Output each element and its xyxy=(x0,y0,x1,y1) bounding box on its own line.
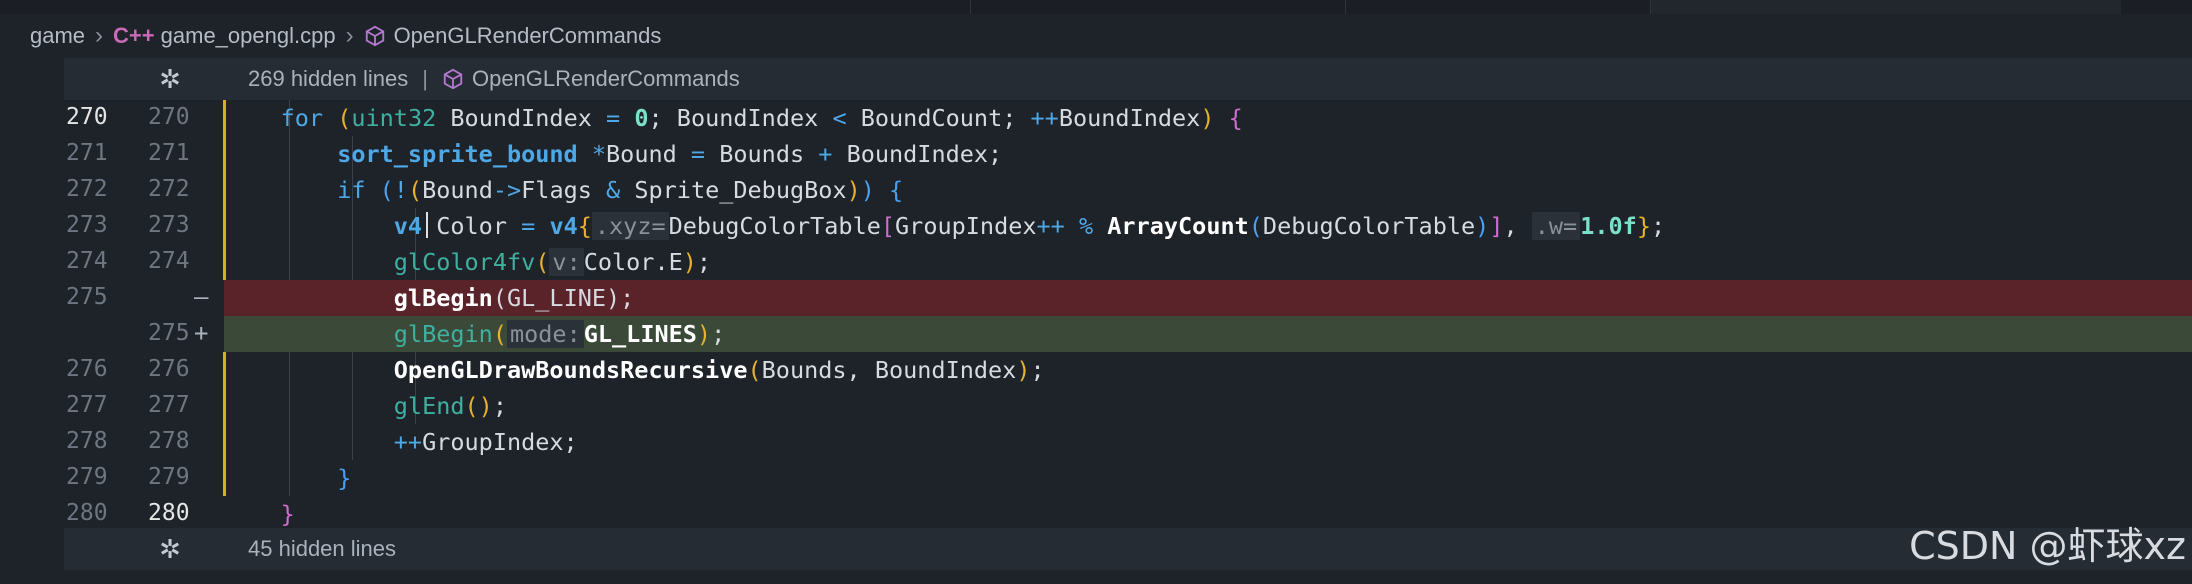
tab-segment[interactable] xyxy=(970,0,1271,14)
deleted-line[interactable]: 275 — glBegin(GL_LINE); xyxy=(0,280,2192,316)
new-line-number: 274 xyxy=(148,248,190,274)
new-line-number: 277 xyxy=(148,392,190,418)
plus-icon: + xyxy=(194,319,209,347)
tab-segment[interactable] xyxy=(1650,0,2121,14)
new-line-number: 271 xyxy=(148,140,190,166)
code-text: glBegin(GL_LINE); xyxy=(393,284,635,312)
old-line-number: 274 xyxy=(66,248,108,274)
new-line-number: 276 xyxy=(148,356,190,382)
code-line[interactable]: 278 278 ++GroupIndex; xyxy=(0,424,2192,460)
code-text: sort_sprite_bound *Bound = Bounds + Boun… xyxy=(337,140,1003,168)
old-line-number: 270 xyxy=(66,104,108,130)
added-line[interactable]: 275 + glBegin(mode: GL_LINES); xyxy=(0,316,2192,352)
watermark: CSDN @虾球xz xyxy=(1909,524,2186,568)
chevron-right-icon: › xyxy=(95,22,104,49)
code-line[interactable]: 279 279 } xyxy=(0,460,2192,496)
separator: | xyxy=(422,66,428,91)
code-line[interactable]: 272 272 if (!(Bound->Flags & Sprite_Debu… xyxy=(0,172,2192,208)
breadcrumb-item-game[interactable]: game xyxy=(30,23,85,49)
new-line-number: 280 xyxy=(148,500,190,526)
cube-icon xyxy=(443,68,463,90)
new-line-number: 279 xyxy=(148,464,190,490)
old-line-number: 279 xyxy=(66,464,108,490)
code-text: glColor4fv(v: Color.E); xyxy=(393,248,712,276)
hidden-lines-scope: OpenGLRenderCommands xyxy=(471,66,740,91)
hidden-lines-count: 45 hidden lines xyxy=(248,536,397,561)
text-cursor xyxy=(426,212,428,238)
old-line-number: 273 xyxy=(66,212,108,238)
old-line-number: 271 xyxy=(66,140,108,166)
code-line[interactable]: 273 273 v4 Color = v4{.xyz= DebugColorTab… xyxy=(0,208,2192,244)
new-line-number: 273 xyxy=(148,212,190,238)
expand-gear-icon[interactable]: ✲ xyxy=(150,534,190,565)
tab-segment[interactable] xyxy=(1345,0,1651,14)
hidden-lines-bar-bottom[interactable]: ✲ 45 hidden lines xyxy=(64,528,2192,570)
diff-editor[interactable]: 270 270 for (uint32 BoundIndex = 0; Boun… xyxy=(0,100,2192,528)
old-line-number: 272 xyxy=(66,176,108,202)
old-line-number: 276 xyxy=(66,356,108,382)
breadcrumb: game › C++ game_opengl.cpp › OpenGLRende… xyxy=(0,14,2192,58)
old-line-number: 277 xyxy=(66,392,108,418)
code-line[interactable]: 277 277 glEnd(); xyxy=(0,388,2192,424)
code-text: OpenGLDrawBoundsRecursive(Bounds, BoundI… xyxy=(393,356,1045,384)
code-text: glBegin(mode: GL_LINES); xyxy=(393,320,726,348)
code-text: glEnd(); xyxy=(393,392,507,420)
hidden-lines-count: 269 hidden lines xyxy=(248,66,409,91)
tab-strip xyxy=(0,0,2192,14)
hidden-lines-bar-top[interactable]: ✲ 269 hidden lines | OpenGLRenderCommand… xyxy=(64,58,2192,100)
new-line-number: 270 xyxy=(148,104,190,130)
code-text: } xyxy=(280,500,295,528)
code-text: for (uint32 BoundIndex = 0; BoundIndex <… xyxy=(280,104,1243,132)
minus-icon: — xyxy=(194,283,209,311)
code-text: ++GroupIndex; xyxy=(393,428,578,456)
code-line[interactable]: 274 274 glColor4fv(v: Color.E); xyxy=(0,244,2192,280)
expand-gear-icon[interactable]: ✲ xyxy=(150,64,190,95)
old-line-number: 278 xyxy=(66,428,108,454)
new-line-number: 272 xyxy=(148,176,190,202)
new-line-number: 278 xyxy=(148,428,190,454)
code-line[interactable]: 271 271 sort_sprite_bound *Bound = Bound… xyxy=(0,136,2192,172)
code-line[interactable]: 270 270 for (uint32 BoundIndex = 0; Boun… xyxy=(0,100,2192,136)
breadcrumb-item-file[interactable]: game_opengl.cpp xyxy=(161,23,336,49)
cube-icon xyxy=(365,25,384,47)
code-line[interactable]: 280 280 } xyxy=(0,496,2192,532)
cpp-file-icon: C++ xyxy=(113,23,155,48)
code-text: if (!(Bound->Flags & Sprite_DebugBox)) { xyxy=(337,176,904,204)
code-line[interactable]: 276 276 OpenGLDrawBoundsRecursive(Bounds… xyxy=(0,352,2192,388)
chevron-right-icon: › xyxy=(345,22,354,49)
old-line-number: 280 xyxy=(66,500,108,526)
code-text: } xyxy=(337,464,352,492)
old-line-number: 275 xyxy=(66,284,108,310)
breadcrumb-item-symbol[interactable]: OpenGLRenderCommands xyxy=(394,23,662,49)
code-text: v4 Color = v4{.xyz= DebugColorTable[Group… xyxy=(393,212,1666,240)
